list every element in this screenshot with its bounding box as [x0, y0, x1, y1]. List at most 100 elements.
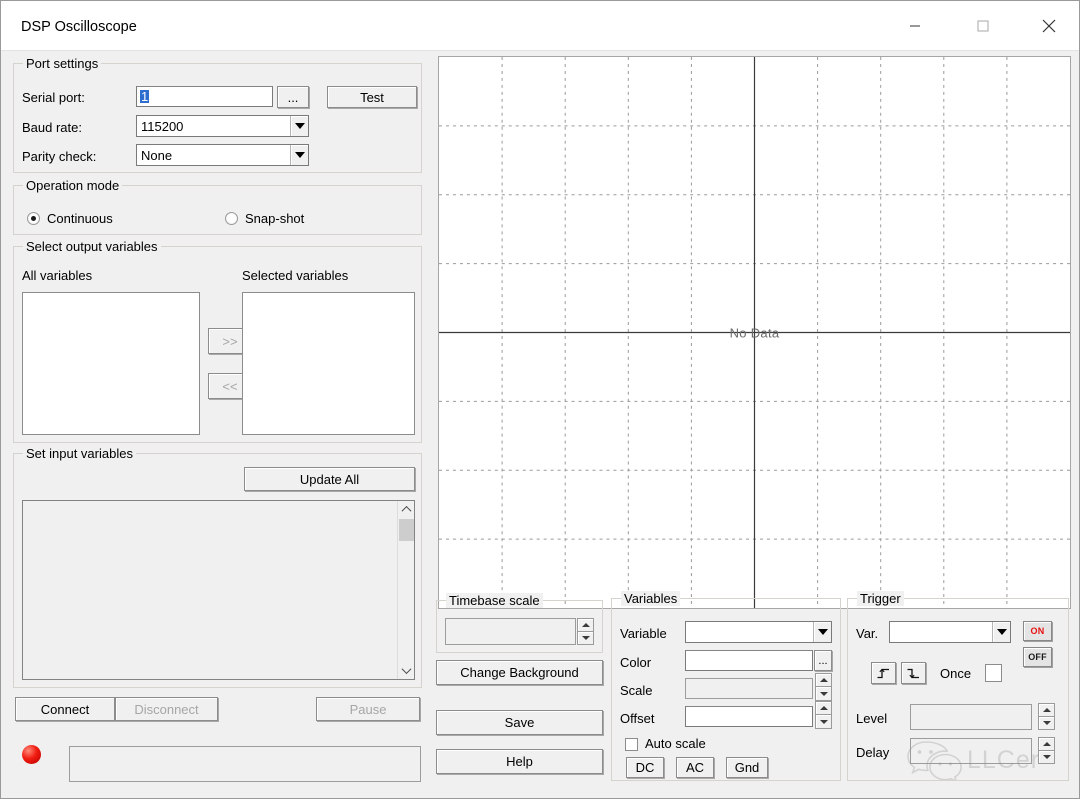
stepper-down[interactable]: [577, 631, 594, 645]
minimize-button[interactable]: [892, 1, 938, 50]
input-variables-group: Set input variables Update All: [13, 446, 422, 688]
status-text-field: [69, 746, 421, 782]
offset-input[interactable]: [685, 706, 813, 727]
output-variables-group: Select output variables All variables >>…: [13, 239, 422, 443]
change-background-button[interactable]: Change Background: [436, 660, 603, 685]
input-variables-list[interactable]: [22, 500, 415, 680]
scale-input[interactable]: [685, 678, 813, 699]
selected-variables-list[interactable]: [242, 292, 415, 435]
scrollbar-thumb[interactable]: [399, 519, 414, 541]
trigger-rising-edge-button[interactable]: [871, 662, 896, 684]
all-variables-label: All variables: [22, 268, 93, 283]
stepper-up[interactable]: [815, 673, 832, 687]
test-button[interactable]: Test: [327, 86, 417, 108]
parity-check-value: None: [141, 147, 173, 163]
trigger-once-label: Once: [940, 666, 972, 681]
trigger-group: Trigger Var. ON OFF Once Level Delay: [847, 591, 1069, 781]
radio-snapshot[interactable]: [225, 212, 238, 225]
stepper-up[interactable]: [577, 618, 594, 632]
rising-edge-icon: [877, 668, 889, 678]
trigger-off-button[interactable]: OFF: [1023, 647, 1052, 667]
serial-port-label: Serial port:: [22, 90, 85, 105]
timebase-scale-stepper[interactable]: [577, 618, 594, 645]
coupling-ac-button[interactable]: AC: [676, 757, 714, 778]
stepper-down[interactable]: [815, 687, 832, 701]
update-all-button[interactable]: Update All: [244, 467, 415, 491]
scale-stepper[interactable]: [815, 673, 832, 701]
baud-rate-label: Baud rate:: [22, 120, 82, 135]
window-title: DSP Oscilloscope: [21, 19, 137, 35]
stepper-up[interactable]: [1038, 703, 1055, 717]
stepper-down[interactable]: [815, 715, 832, 729]
pause-button[interactable]: Pause: [316, 697, 420, 721]
trigger-level-stepper[interactable]: [1038, 703, 1055, 730]
trigger-level-input[interactable]: [910, 704, 1032, 730]
close-button[interactable]: [1026, 1, 1072, 50]
serial-port-input[interactable]: 1: [136, 86, 273, 107]
trigger-var-select[interactable]: [889, 621, 1011, 643]
auto-scale-label: Auto scale: [645, 736, 706, 751]
stepper-down[interactable]: [1038, 750, 1055, 764]
stepper-up[interactable]: [815, 701, 832, 715]
radio-continuous[interactable]: [27, 212, 40, 225]
stepper-up[interactable]: [1038, 737, 1055, 751]
help-button[interactable]: Help: [436, 749, 603, 774]
scope-empty-message: No Data: [729, 325, 780, 340]
baud-rate-select[interactable]: 115200: [136, 115, 309, 137]
output-variables-title: Select output variables: [23, 239, 161, 254]
color-label: Color: [620, 655, 652, 670]
port-settings-group: Port settings Serial port: 1 ... Test Ba…: [13, 56, 422, 173]
connect-button[interactable]: Connect: [15, 697, 115, 721]
timebase-scale-input[interactable]: [445, 618, 576, 645]
selected-variables-label: Selected variables: [242, 268, 349, 283]
timebase-scale-group: Timebase scale: [436, 593, 603, 653]
trigger-var-label: Var.: [856, 626, 879, 641]
trigger-group-title: Trigger: [857, 591, 904, 606]
serial-port-value: 1: [140, 89, 150, 104]
status-led-icon: [22, 745, 41, 764]
baud-rate-value: 115200: [141, 118, 184, 134]
variable-label: Variable: [620, 626, 667, 641]
title-bar: DSP Oscilloscope: [1, 1, 1079, 51]
operation-mode-group: Operation mode Continuous Snap-shot: [13, 178, 422, 235]
trigger-once-checkbox[interactable]: [985, 664, 1002, 682]
variable-select[interactable]: [685, 621, 832, 643]
trigger-on-button[interactable]: ON: [1023, 621, 1052, 641]
scale-label: Scale: [620, 683, 653, 698]
disconnect-button[interactable]: Disconnect: [115, 697, 218, 721]
save-button[interactable]: Save: [436, 710, 603, 735]
coupling-gnd-button[interactable]: Gnd: [726, 757, 768, 778]
radio-continuous-label: Continuous: [47, 211, 113, 226]
stepper-down[interactable]: [1038, 716, 1055, 730]
offset-stepper[interactable]: [815, 701, 832, 729]
input-variables-scrollbar[interactable]: [397, 501, 414, 679]
scroll-down-arrow[interactable]: [398, 662, 415, 679]
scroll-up-arrow[interactable]: [398, 501, 415, 518]
trigger-delay-label: Delay: [856, 745, 890, 760]
timebase-scale-title: Timebase scale: [446, 593, 543, 608]
color-browse-button[interactable]: ...: [814, 650, 832, 671]
dsp-oscilloscope-window: DSP Oscilloscope Port settings Serial po…: [0, 0, 1080, 799]
input-variables-title: Set input variables: [23, 446, 136, 461]
chevron-down-icon: [992, 622, 1010, 642]
all-variables-list[interactable]: [22, 292, 200, 435]
coupling-dc-button[interactable]: DC: [626, 757, 664, 778]
radio-snapshot-label: Snap-shot: [245, 211, 305, 226]
offset-label: Offset: [620, 711, 655, 726]
parity-check-select[interactable]: None: [136, 144, 309, 166]
serial-port-browse-button[interactable]: ...: [277, 86, 309, 108]
operation-mode-title: Operation mode: [23, 178, 123, 193]
trigger-level-label: Level: [856, 711, 888, 726]
chevron-down-icon: [813, 622, 831, 642]
trigger-delay-input[interactable]: [910, 738, 1032, 764]
trigger-falling-edge-button[interactable]: [901, 662, 926, 684]
variables-group-title: Variables: [621, 591, 681, 606]
auto-scale-checkbox[interactable]: [625, 738, 638, 751]
falling-edge-icon: [907, 668, 919, 678]
color-input[interactable]: [685, 650, 813, 671]
oscilloscope-display[interactable]: No Data: [438, 56, 1071, 609]
parity-check-label: Parity check:: [22, 149, 97, 164]
maximize-button[interactable]: [960, 1, 1006, 50]
chevron-down-icon: [290, 145, 308, 165]
trigger-delay-stepper[interactable]: [1038, 737, 1055, 764]
